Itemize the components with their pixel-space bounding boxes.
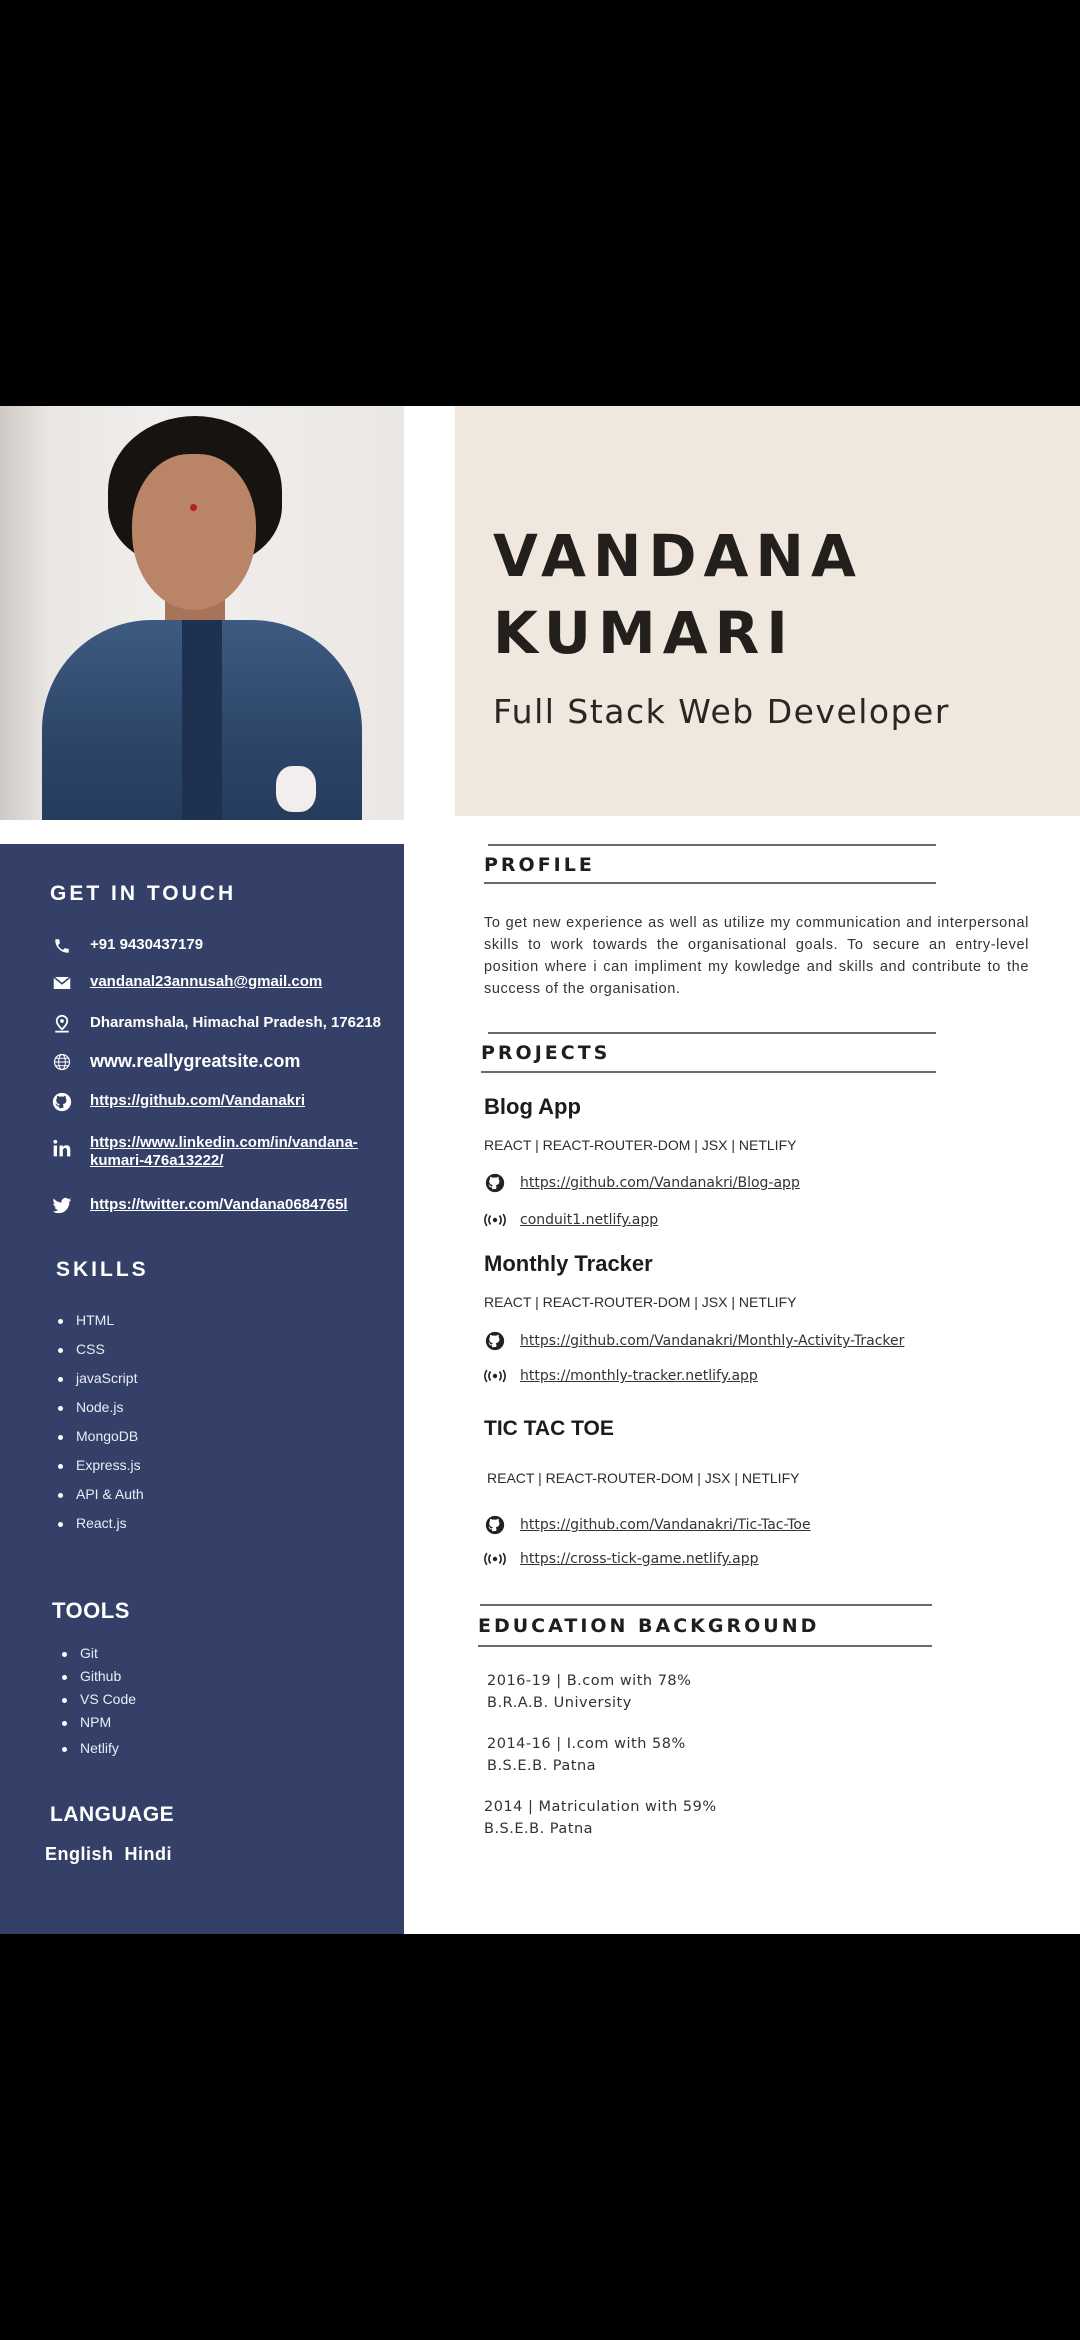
sidebar: GET IN TOUCH +91 9430437179 vandanal23an… [0, 844, 404, 1934]
list-item: Express.js [58, 1457, 144, 1486]
divider [480, 1604, 932, 1606]
project-live[interactable]: https://cross-tick-game.netlify.app [484, 1548, 758, 1570]
github-icon [484, 1172, 506, 1194]
phone-number: +91 9430437179 [90, 936, 204, 953]
list-item: VS Code [62, 1691, 136, 1714]
live-link[interactable]: https://monthly-tracker.netlify.app [520, 1368, 758, 1384]
mail-icon [50, 973, 74, 993]
broadcast-icon [484, 1365, 506, 1387]
list-item: Git [62, 1645, 136, 1668]
education-degree: 2014-16 | I.com with 58% [487, 1736, 686, 1752]
job-title: Full Stack Web Developer [493, 692, 950, 731]
phone-icon [50, 936, 74, 956]
contact-email[interactable]: vandanal23annusah@gmail.com [50, 973, 322, 993]
education-degree: 2014 | Matriculation with 59% [484, 1799, 717, 1815]
contact-heading: GET IN TOUCH [50, 882, 237, 905]
contact-linkedin[interactable]: https://www.linkedin.com/in/vandana-kuma… [50, 1134, 380, 1170]
list-item: MongoDB [58, 1428, 144, 1457]
contact-address: Dharamshala, Himachal Pradesh, 176218 [50, 1014, 381, 1034]
education-item: 2016-19 | B.com with 78% B.R.A.B. Univer… [487, 1670, 691, 1714]
list-item: Netlify [62, 1740, 136, 1763]
project-repo[interactable]: https://github.com/Vandanakri/Tic-Tac-To… [484, 1514, 811, 1536]
repo-link[interactable]: https://github.com/Vandanakri/Blog-app [520, 1175, 800, 1191]
list-item: API & Auth [58, 1486, 144, 1515]
tools-list: Git Github VS Code NPM Netlify [62, 1645, 136, 1763]
project-stack: REACT | REACT-ROUTER-DOM | JSX | NETLIFY [487, 1470, 800, 1486]
live-link[interactable]: https://cross-tick-game.netlify.app [520, 1551, 758, 1567]
twitter-icon [50, 1196, 74, 1216]
profile-text: To get new experience as well as utilize… [484, 915, 1029, 997]
divider [488, 844, 936, 846]
divider [488, 1032, 936, 1034]
location-icon [50, 1014, 74, 1034]
list-item: React.js [58, 1515, 144, 1544]
list-item: Node.js [58, 1399, 144, 1428]
list-item: CSS [58, 1341, 144, 1370]
list-item: NPM [62, 1714, 136, 1740]
contact-github[interactable]: https://github.com/Vandanakri [50, 1092, 305, 1112]
project-title: TIC TAC TOE [484, 1417, 614, 1440]
github-icon [50, 1092, 74, 1112]
project-stack: REACT | REACT-ROUTER-DOM | JSX | NETLIFY [484, 1137, 797, 1153]
list-item: HTML [58, 1312, 144, 1341]
github-icon [484, 1514, 506, 1536]
project-live[interactable]: https://monthly-tracker.netlify.app [484, 1365, 758, 1387]
twitter-link[interactable]: https://twitter.com/Vandana0684765l [90, 1196, 348, 1214]
contact-twitter[interactable]: https://twitter.com/Vandana0684765l [50, 1196, 348, 1216]
contact-website[interactable]: www.reallygreatsite.com [50, 1052, 300, 1072]
github-icon [484, 1330, 506, 1352]
profile-heading: PROFILE [484, 854, 595, 876]
skills-heading: SKILLS [56, 1258, 149, 1281]
list-item: Github [62, 1668, 136, 1691]
education-institution: B.R.A.B. University [487, 1695, 632, 1711]
linkedin-icon [50, 1138, 74, 1158]
name-first: VANDANA [493, 522, 863, 590]
email-link[interactable]: vandanal23annusah@gmail.com [90, 973, 322, 991]
divider [481, 1071, 936, 1073]
list-item: javaScript [58, 1370, 144, 1399]
contact-phone: +91 9430437179 [50, 936, 203, 956]
name-header: VANDANA KUMARI Full Stack Web Developer [455, 406, 1080, 816]
tools-heading: TOOLS [52, 1598, 130, 1623]
repo-link[interactable]: https://github.com/Vandanakri/Monthly-Ac… [520, 1333, 904, 1349]
name-last: KUMARI [493, 599, 795, 667]
language-heading: LANGUAGE [50, 1803, 175, 1826]
website-link[interactable]: www.reallygreatsite.com [90, 1052, 300, 1070]
address-text: Dharamshala, Himachal Pradesh, 176218 [90, 1014, 381, 1031]
project-repo[interactable]: https://github.com/Vandanakri/Monthly-Ac… [484, 1330, 904, 1352]
globe-icon [50, 1052, 74, 1072]
education-institution: B.S.E.B. Patna [487, 1758, 597, 1774]
education-degree: 2016-19 | B.com with 78% [487, 1673, 692, 1689]
resume-page: VANDANA KUMARI Full Stack Web Developer … [0, 406, 1080, 1934]
project-title: Monthly Tracker [484, 1251, 653, 1276]
profile-photo [0, 406, 404, 820]
divider [478, 1645, 932, 1647]
divider [484, 882, 936, 884]
broadcast-icon [484, 1209, 506, 1231]
linkedin-link[interactable]: https://www.linkedin.com/in/vandana-kuma… [90, 1134, 380, 1170]
project-repo[interactable]: https://github.com/Vandanakri/Blog-app [484, 1172, 800, 1194]
education-institution: B.S.E.B. Patna [484, 1821, 594, 1837]
projects-heading: PROJECTS [481, 1042, 611, 1064]
live-link[interactable]: conduit1.netlify.app [520, 1212, 658, 1228]
broadcast-icon [484, 1548, 506, 1570]
project-live[interactable]: conduit1.netlify.app [484, 1209, 658, 1231]
education-heading: EDUCATION BACKGROUND [478, 1615, 820, 1637]
github-link[interactable]: https://github.com/Vandanakri [90, 1092, 305, 1110]
person-name: VANDANA KUMARI [493, 518, 863, 672]
project-stack: REACT | REACT-ROUTER-DOM | JSX | NETLIFY [484, 1294, 797, 1310]
skills-list: HTML CSS javaScript Node.js MongoDB Expr… [58, 1312, 144, 1544]
repo-link[interactable]: https://github.com/Vandanakri/Tic-Tac-To… [520, 1517, 811, 1533]
education-item: 2014-16 | I.com with 58% B.S.E.B. Patna [487, 1733, 686, 1777]
project-title: Blog App [484, 1094, 581, 1119]
education-item: 2014 | Matriculation with 59% B.S.E.B. P… [484, 1796, 717, 1840]
language-list: English Hindi [45, 1844, 172, 1864]
